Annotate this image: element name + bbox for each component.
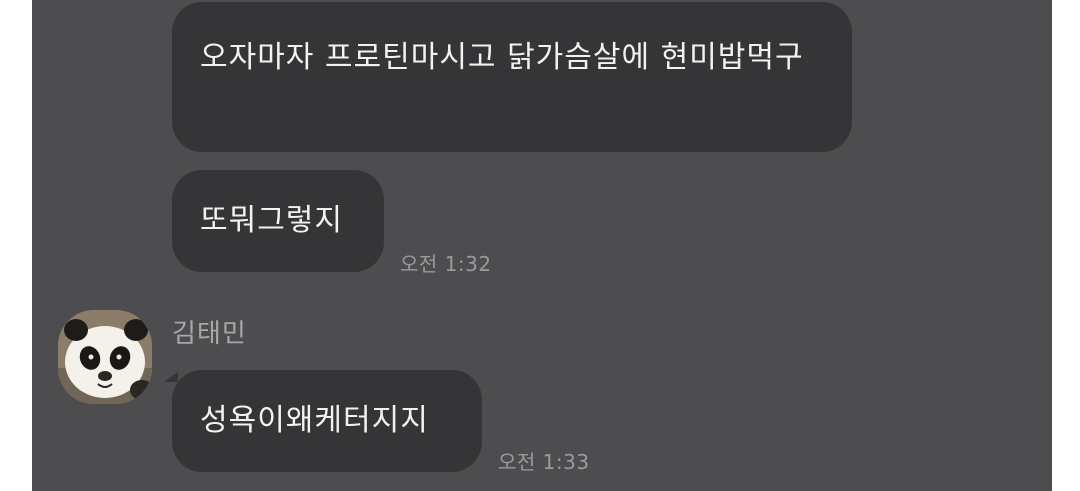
- message-text: 성욕이왜케터지지: [200, 403, 429, 438]
- message-bubble[interactable]: 오자마자 프로틴마시고 닭가슴살에 현미밥먹구: [172, 2, 852, 152]
- panda-avatar-icon[interactable]: [58, 310, 152, 404]
- message-timestamp: 오전 1:33: [498, 450, 590, 474]
- message-bubble[interactable]: 성욕이왜케터지지: [172, 370, 482, 472]
- message-text: 오자마자 프로틴마시고 닭가슴살에 현미밥먹구: [200, 40, 804, 75]
- bubble-tail: [164, 372, 178, 382]
- message-timestamp: 오전 1:32: [400, 252, 492, 276]
- message-bubble[interactable]: 또뭐그렇지: [172, 170, 384, 272]
- message-text: 또뭐그렇지: [200, 203, 343, 238]
- sender-name: 김태민: [172, 319, 247, 349]
- chat-area: 오자마자 프로틴마시고 닭가슴살에 현미밥먹구 또뭐그렇지 오전 1:32 김태…: [32, 0, 1052, 491]
